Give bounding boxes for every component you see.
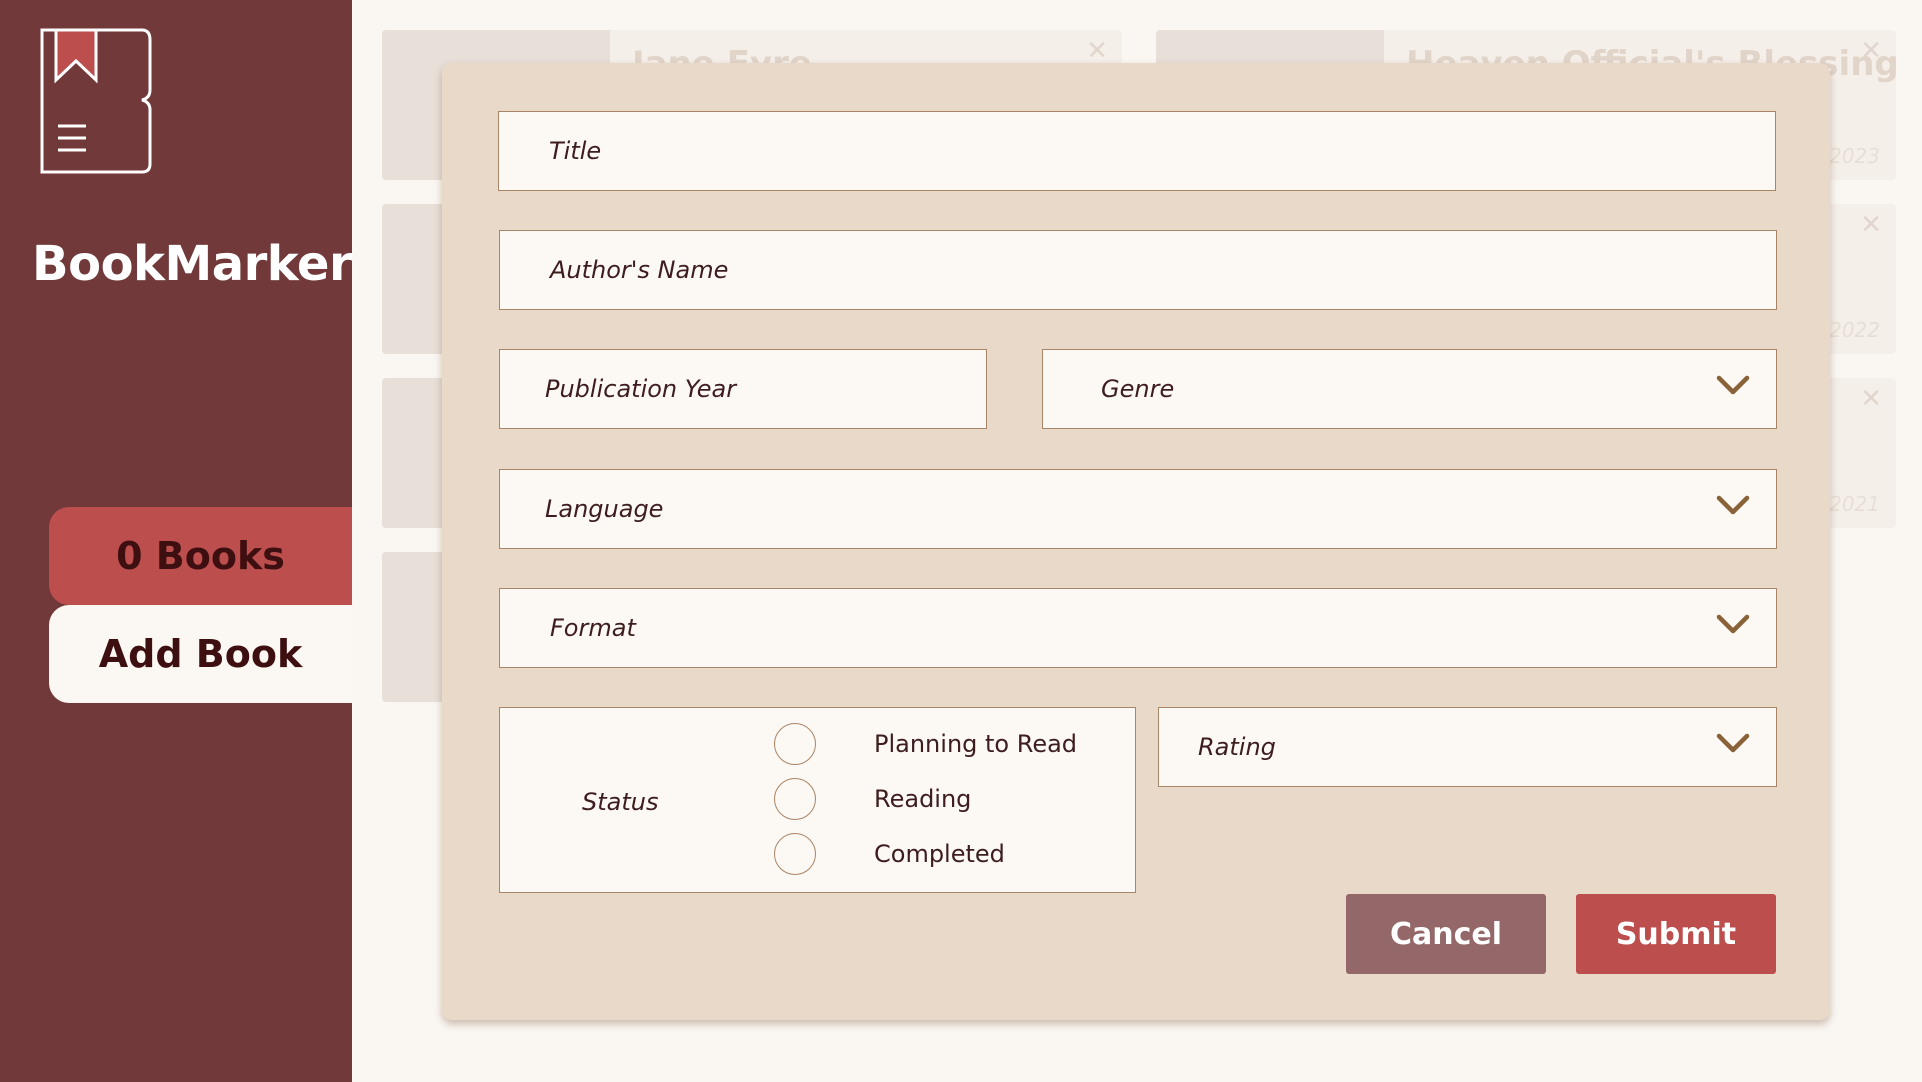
chevron-down-icon bbox=[1716, 614, 1750, 634]
brand-title: BookMarker bbox=[32, 236, 353, 292]
year-placeholder: Publication Year bbox=[545, 375, 737, 403]
title-placeholder: Title bbox=[549, 137, 602, 165]
publication-year-input[interactable]: Publication Year bbox=[499, 349, 987, 429]
book-date: /2023 bbox=[1822, 144, 1880, 168]
close-icon: ✕ bbox=[1860, 384, 1882, 414]
format-placeholder: Format bbox=[550, 614, 636, 642]
status-option-reading[interactable]: Reading bbox=[774, 776, 971, 822]
status-group: Status Planning to Read Reading Complete… bbox=[499, 707, 1136, 893]
cancel-button[interactable]: Cancel bbox=[1346, 894, 1546, 974]
chevron-down-icon bbox=[1716, 733, 1750, 753]
status-label: Status bbox=[582, 788, 659, 816]
book-date: /2022 bbox=[1822, 318, 1880, 342]
reading-radio[interactable] bbox=[774, 778, 816, 820]
add-book-button[interactable]: Add Book bbox=[49, 605, 352, 703]
status-option-planning[interactable]: Planning to Read bbox=[774, 721, 1077, 767]
close-icon: ✕ bbox=[1860, 36, 1882, 66]
genre-placeholder: Genre bbox=[1101, 375, 1175, 403]
title-input[interactable]: Title bbox=[498, 111, 1776, 191]
status-option-completed[interactable]: Completed bbox=[774, 831, 1005, 877]
rating-select[interactable]: Rating bbox=[1158, 707, 1777, 787]
close-icon: ✕ bbox=[1086, 36, 1108, 66]
book-date: /2021 bbox=[1822, 492, 1880, 516]
close-icon: ✕ bbox=[1860, 210, 1882, 240]
chevron-down-icon bbox=[1716, 495, 1750, 515]
planning-label: Planning to Read bbox=[874, 730, 1078, 758]
reading-label: Reading bbox=[874, 785, 972, 813]
planning-radio[interactable] bbox=[774, 723, 816, 765]
rating-placeholder: Rating bbox=[1198, 733, 1276, 761]
bookmark-logo-icon bbox=[40, 28, 152, 174]
author-placeholder: Author's Name bbox=[550, 256, 729, 284]
completed-label: Completed bbox=[874, 840, 1005, 868]
language-select[interactable]: Language bbox=[499, 469, 1777, 549]
genre-select[interactable]: Genre bbox=[1042, 349, 1777, 429]
add-book-modal: Title Author's Name Publication Year Gen… bbox=[442, 63, 1830, 1020]
submit-button[interactable]: Submit bbox=[1576, 894, 1776, 974]
sidebar: BookMarker 0 Books Add Book bbox=[0, 0, 353, 1082]
language-placeholder: Language bbox=[545, 495, 664, 523]
completed-radio[interactable] bbox=[774, 833, 816, 875]
author-input[interactable]: Author's Name bbox=[499, 230, 1777, 310]
book-count-button[interactable]: 0 Books bbox=[49, 507, 352, 605]
format-select[interactable]: Format bbox=[499, 588, 1777, 668]
chevron-down-icon bbox=[1716, 375, 1750, 395]
